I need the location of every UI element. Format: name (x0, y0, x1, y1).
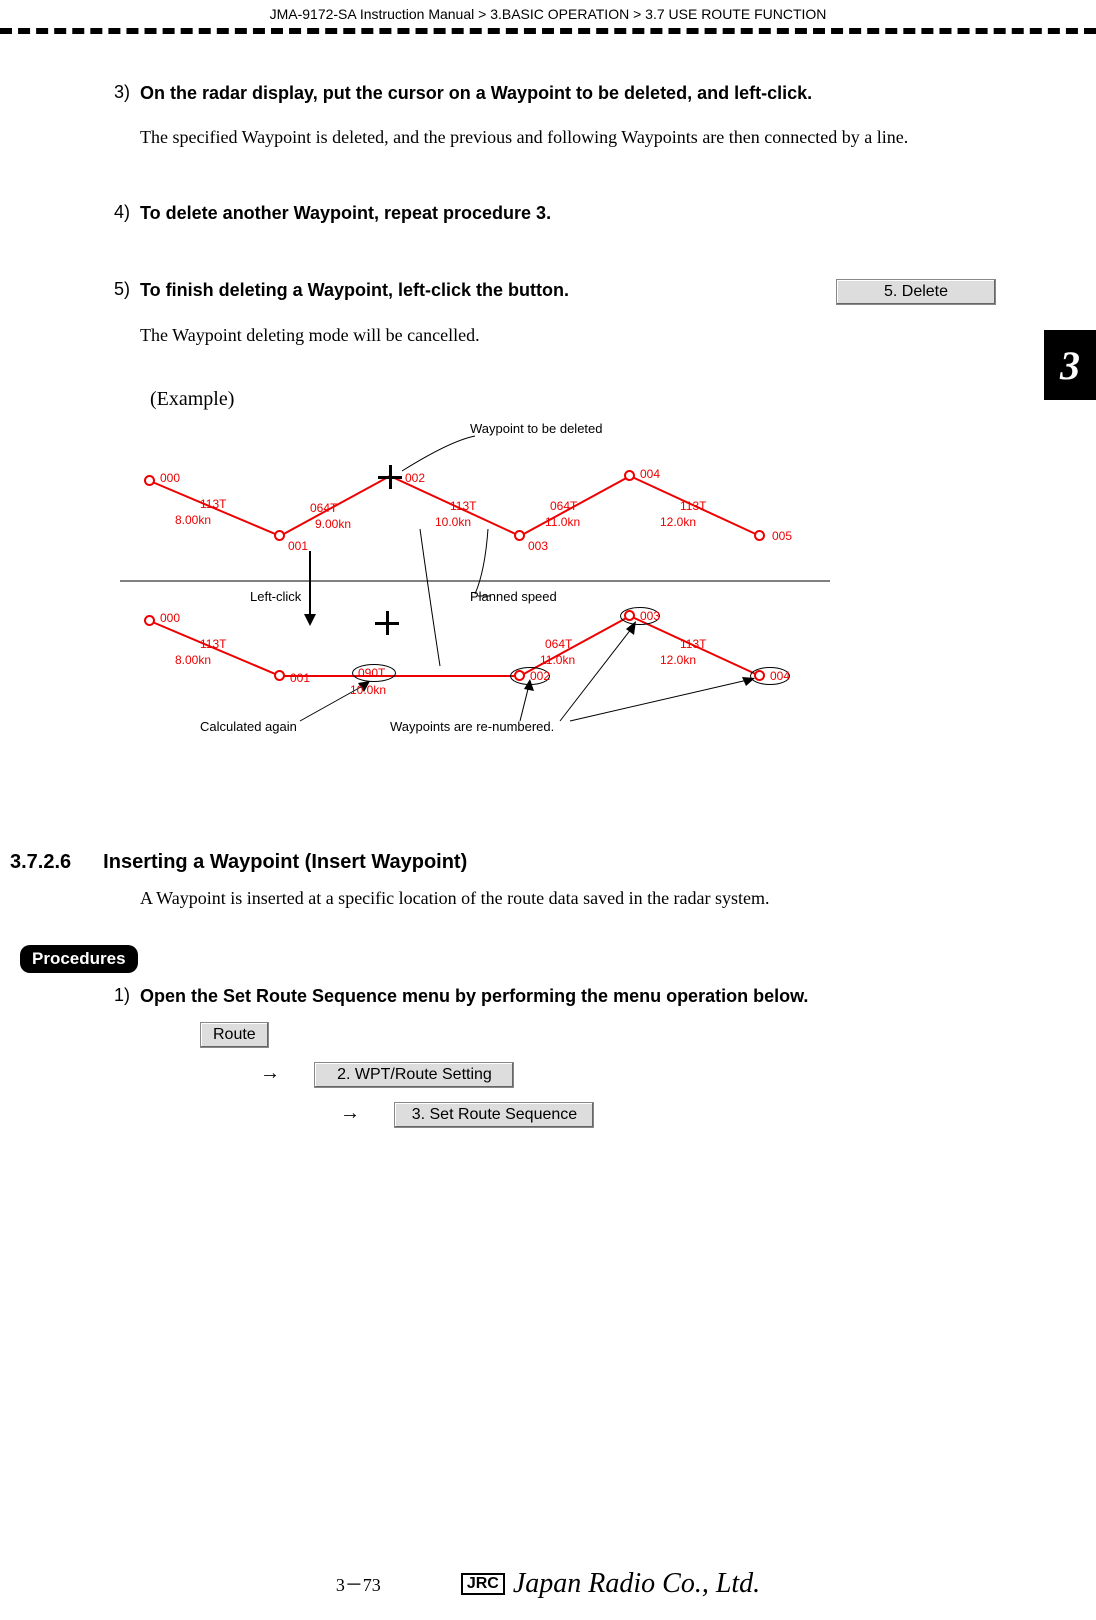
crumb-section: 3.7 USE ROUTE FUNCTION (645, 6, 826, 22)
header-divider (0, 28, 1096, 34)
course-label: 113T (450, 499, 476, 513)
step-4-num: 4) (100, 200, 140, 223)
delete-button[interactable]: 5. Delete (836, 279, 996, 305)
section-number: 3.7.2.6 (10, 851, 71, 874)
step-5-body: The Waypoint deleting mode will be cance… (140, 323, 996, 348)
step-5-num: 5) (100, 277, 140, 300)
waypoint-diagram: Waypoint to be deleted (120, 421, 920, 801)
speed-label: 12.0kn (660, 653, 696, 667)
speed-label: 12.0kn (660, 515, 696, 529)
course-label: 064T (545, 637, 572, 651)
speed-label: 8.00kn (175, 513, 211, 527)
wp-label: 000 (160, 611, 180, 625)
wp-label: 003 (528, 539, 548, 553)
wp-label: 004 (640, 467, 660, 481)
footer: 3－73 JRC Japan Radio Co., Ltd. (0, 1568, 1096, 1600)
step-3-title: On the radar display, put the cursor on … (140, 80, 996, 107)
step-4: 4) To delete another Waypoint, repeat pr… (100, 200, 996, 227)
course-label: 113T (200, 637, 226, 651)
course-label: 113T (680, 499, 706, 513)
procedure-step-1: 1) Open the Set Route Sequence menu by p… (100, 983, 996, 1128)
wp-label: 002 (405, 471, 425, 485)
example-label: (Example) (150, 388, 996, 411)
course-label: 113T (680, 637, 706, 651)
cross-icon (378, 465, 402, 489)
wp-label: 001 (288, 539, 308, 553)
company-name: Japan Radio Co., Ltd. (513, 1568, 760, 1600)
wp-label: 002 (530, 669, 550, 683)
wp-label: 004 (770, 669, 790, 683)
route-lines (120, 421, 920, 801)
course-label: 090T (358, 666, 385, 680)
speed-label: 10.0kn (435, 515, 471, 529)
note-renumbered: Waypoints are re-numbered. (390, 719, 554, 734)
section-body: A Waypoint is inserted at a specific loc… (140, 888, 996, 909)
step-3-num: 3) (100, 80, 140, 103)
note-calculated: Calculated again (200, 719, 297, 734)
route-button[interactable]: Route (200, 1022, 269, 1048)
step-3: 3) On the radar display, put the cursor … (100, 80, 996, 150)
speed-label: 9.00kn (315, 517, 351, 531)
proc1-num: 1) (100, 983, 140, 1006)
doc-id: JMA-9172-SA Instruction Manual (270, 6, 475, 22)
set-route-sequence-button[interactable]: 3. Set Route Sequence (394, 1102, 594, 1128)
section-heading: 3.7.2.6 Inserting a Waypoint (Insert Way… (10, 851, 996, 874)
header-breadcrumb: JMA-9172-SA Instruction Manual > 3.BASIC… (50, 6, 1046, 22)
crumb-chapter: 3.BASIC OPERATION (490, 6, 629, 22)
company-logo: JRC Japan Radio Co., Ltd. (461, 1568, 760, 1600)
wp-label: 003 (640, 609, 660, 623)
course-label: 113T (200, 497, 226, 511)
page-number: 3－73 (336, 1571, 381, 1597)
course-label: 064T (310, 501, 337, 515)
step-5-title-a: To finish deleting a Waypoint, left-clic… (140, 280, 503, 300)
speed-label: 11.0kn (540, 653, 575, 667)
wpt-route-setting-button[interactable]: 2. WPT/Route Setting (314, 1062, 514, 1088)
arrow-icon: → (260, 1062, 280, 1084)
speed-label: 11.0kn (545, 515, 580, 529)
planned-speed-label: Planned speed (470, 589, 557, 604)
wp-label: 000 (160, 471, 180, 485)
step-5-title-b: button. (508, 280, 569, 300)
procedures-badge: Procedures (20, 945, 138, 973)
step-5-title: To finish deleting a Waypoint, left-clic… (140, 277, 820, 304)
proc1-title: Open the Set Route Sequence menu by perf… (140, 983, 996, 1010)
cross-icon (375, 611, 399, 635)
speed-label: 8.00kn (175, 653, 211, 667)
wp-label: 001 (290, 671, 310, 685)
speed-label: 10.0kn (350, 683, 386, 697)
wp-label: 005 (772, 529, 792, 543)
section-title: Inserting a Waypoint (Insert Waypoint) (103, 851, 467, 874)
course-label: 064T (550, 499, 577, 513)
step-5: 5) To finish deleting a Waypoint, left-c… (100, 277, 996, 348)
arrow-icon: → (340, 1102, 360, 1124)
leftclick-label: Left-click (250, 589, 301, 604)
jrc-mark: JRC (461, 1573, 505, 1595)
step-3-body: The specified Waypoint is deleted, and t… (140, 125, 996, 150)
step-4-title: To delete another Waypoint, repeat proce… (140, 200, 996, 227)
